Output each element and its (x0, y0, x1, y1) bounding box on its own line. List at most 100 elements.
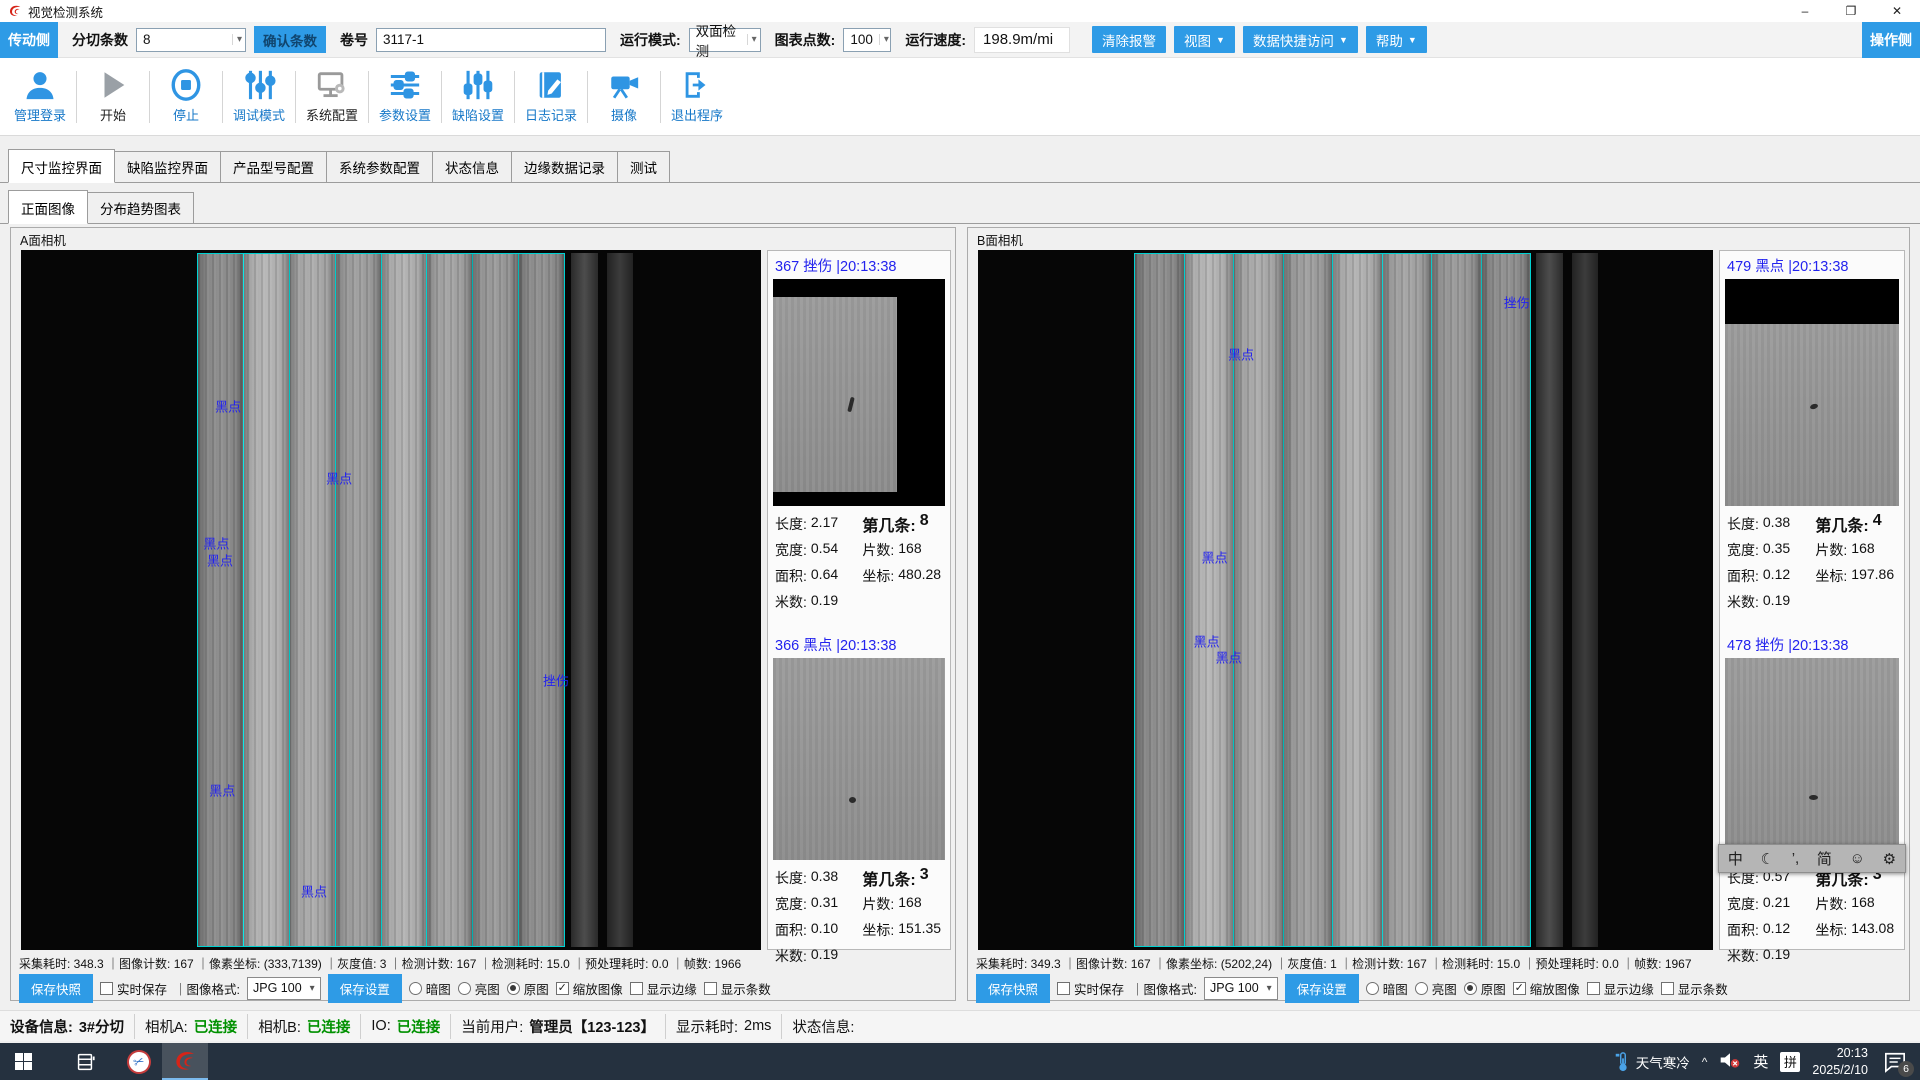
start-button[interactable]: 开始 (77, 64, 149, 130)
tab-product-model-config[interactable]: 产品型号配置 (220, 151, 327, 182)
log-record-button[interactable]: 日志记录 (515, 64, 587, 130)
operator-side-button[interactable]: 操作侧 (1862, 22, 1920, 58)
taskbar-ime-language[interactable]: 英 (1753, 1051, 1768, 1072)
exit-program-button[interactable]: 退出程序 (661, 64, 733, 130)
system-config-button[interactable]: 系统配置 (296, 64, 368, 130)
original-image-radio[interactable] (507, 982, 520, 995)
chart-points-select[interactable]: 100 ▾ (843, 28, 891, 52)
weather-widget[interactable]: 天气寒冷 (1615, 1052, 1690, 1072)
help-menu-button[interactable]: 帮助 ▼ (1366, 26, 1427, 53)
zoom-image-checkbox[interactable]: ✓ (556, 982, 569, 995)
thermometer-icon (1615, 1052, 1631, 1072)
defect-settings-button[interactable]: 缺陷设置 (442, 64, 514, 130)
image-format-select[interactable]: JPG 100▾ (247, 977, 321, 1000)
camera-capture-button[interactable]: 摄像 (588, 64, 660, 130)
strip-boundary-overlay (1134, 253, 1531, 947)
ime-settings-gear-icon[interactable]: ⚙ (1883, 850, 1896, 868)
ime-fullwidth-icon[interactable]: ☾ (1761, 850, 1774, 868)
clear-alarm-button[interactable]: 清除报警 (1092, 26, 1166, 53)
dark-image-radio[interactable] (409, 982, 422, 995)
camera-a-image[interactable]: 黑点 黑点 黑点 黑点 挫伤 黑点 黑点 (21, 250, 761, 950)
subtab-trend-chart[interactable]: 分布趋势图表 (87, 192, 194, 223)
strip-count-label: 分切条数 (72, 30, 128, 50)
notification-center-button[interactable]: 6 (1880, 1049, 1910, 1075)
defect-block[interactable]: 366 黑点 |20:13:38 长度:0.38 第几条:3 宽度:0.31 (773, 632, 945, 969)
maximize-button[interactable]: ❐ (1828, 0, 1874, 22)
status-info-label: 状态信息: (792, 1016, 854, 1037)
show-edges-checkbox[interactable]: ✓ (630, 982, 643, 995)
run-mode-select[interactable]: 双面检测 ▾ (689, 28, 761, 52)
tab-defect-monitor[interactable]: 缺陷监控界面 (114, 151, 221, 182)
save-settings-button[interactable]: 保存设置 (328, 974, 402, 1003)
image-format-label: ｜图像格式: (1131, 979, 1197, 998)
tab-system-param-config[interactable]: 系统参数配置 (326, 151, 433, 182)
save-settings-button[interactable]: 保存设置 (1285, 974, 1359, 1003)
save-snapshot-button[interactable]: 保存快照 (976, 974, 1050, 1003)
stop-icon (169, 68, 203, 102)
realtime-save-checkbox[interactable]: ✓ (1057, 982, 1070, 995)
strip-count-select[interactable]: 8 ▾ (136, 28, 246, 52)
snipping-tool-button[interactable]: ✂ (116, 1043, 162, 1080)
defect-thumbnail (1725, 658, 1899, 860)
data-quick-access-menu-button[interactable]: 数据快捷访问 ▼ (1243, 26, 1358, 53)
stop-button[interactable]: 停止 (150, 64, 222, 130)
combo-arrow-icon: ▾ (747, 34, 757, 45)
admin-login-button[interactable]: 管理登录 (4, 64, 76, 130)
defect-header: 367 挫伤 |20:13:38 (773, 253, 945, 279)
save-snapshot-button[interactable]: 保存快照 (19, 974, 93, 1003)
roll-number-input[interactable]: 3117-1 (376, 28, 606, 52)
ime-punctuation-icon[interactable]: ’, (1792, 850, 1800, 867)
defect-block[interactable]: 479 黑点 |20:13:38 长度:0.38 第几条:4 宽度:0.35 (1725, 253, 1899, 615)
show-count-checkbox[interactable]: ✓ (1661, 982, 1674, 995)
close-button[interactable]: ✕ (1874, 0, 1920, 22)
tab-status-info[interactable]: 状态信息 (432, 151, 512, 182)
strip (1481, 254, 1531, 946)
ime-language-toggle[interactable]: 中 (1728, 848, 1743, 869)
defect-block[interactable]: 478 挫伤 |20:13:38 长度:0.57 第几条:3 宽度:0.21 (1725, 632, 1899, 969)
taskbar-ime-mode-icon[interactable]: 拼 (1780, 1052, 1800, 1072)
bright-image-radio[interactable] (1415, 982, 1428, 995)
run-speed-label: 运行速度: (905, 30, 966, 50)
current-user-label: 当前用户: (461, 1016, 523, 1037)
strip (198, 254, 243, 946)
hidden-icons-chevron[interactable]: ^ (1702, 1055, 1708, 1069)
show-count-checkbox[interactable]: ✓ (704, 982, 717, 995)
parameter-settings-button[interactable]: 参数设置 (369, 64, 441, 130)
minimize-button[interactable]: – (1782, 0, 1828, 22)
camera-b-status: 已连接 (307, 1016, 351, 1037)
tab-edge-data-record[interactable]: 边缘数据记录 (511, 151, 618, 182)
bright-image-radio[interactable] (458, 982, 471, 995)
strip (1382, 254, 1432, 946)
clock-widget[interactable]: 20:13 2025/2/10 (1812, 1045, 1868, 1079)
zoom-image-checkbox[interactable]: ✓ (1513, 982, 1526, 995)
debug-mode-button[interactable]: 调试模式 (223, 64, 295, 130)
image-format-select[interactable]: JPG 100▾ (1204, 977, 1278, 1000)
drive-side-button[interactable]: 传动侧 (0, 22, 58, 58)
original-image-radio[interactable] (1464, 982, 1477, 995)
display-time-label: 显示耗时: (676, 1016, 738, 1037)
windows-logo-icon (15, 1053, 32, 1070)
dark-image-radio[interactable] (1366, 982, 1379, 995)
defect-detail-panel-a: 367 挫伤 |20:13:38 长度:2.17 第几条:8 宽度:0.54 (767, 250, 951, 950)
sliders-horizontal-icon (388, 68, 422, 102)
panel-a-title: A面相机 (18, 230, 68, 249)
show-edges-checkbox[interactable]: ✓ (1587, 982, 1600, 995)
start-button[interactable] (0, 1043, 46, 1080)
camera-b-image[interactable]: 挫伤 黑点 黑点 黑点 黑点 (978, 250, 1713, 950)
ime-charset-toggle[interactable]: 简 (1817, 848, 1832, 869)
defect-block[interactable]: 367 挫伤 |20:13:38 长度:2.17 第几条:8 宽度:0.54 (773, 253, 945, 615)
clock-date: 2025/2/10 (1812, 1062, 1868, 1079)
realtime-save-checkbox[interactable]: ✓ (100, 982, 113, 995)
taskbar-app-button[interactable] (162, 1043, 208, 1080)
defect-stats: 长度:0.38 第几条:3 宽度:0.31 片数:168 面积:0.10 坐标:… (773, 860, 945, 969)
task-view-button[interactable] (62, 1043, 108, 1080)
strip (1135, 254, 1184, 946)
tab-test[interactable]: 测试 (617, 151, 670, 182)
confirm-count-button[interactable]: 确认条数 (254, 26, 326, 53)
main-tab-strip: 尺寸监控界面 缺陷监控界面 产品型号配置 系统参数配置 状态信息 边缘数据记录 … (0, 149, 1920, 183)
ime-emoji-icon[interactable]: ☺ (1850, 850, 1865, 867)
tab-size-monitor[interactable]: 尺寸监控界面 (8, 149, 115, 183)
subtab-front-image[interactable]: 正面图像 (8, 190, 88, 224)
view-menu-button[interactable]: 视图 ▼ (1174, 26, 1235, 53)
volume-muted-button[interactable] (1719, 1051, 1741, 1072)
